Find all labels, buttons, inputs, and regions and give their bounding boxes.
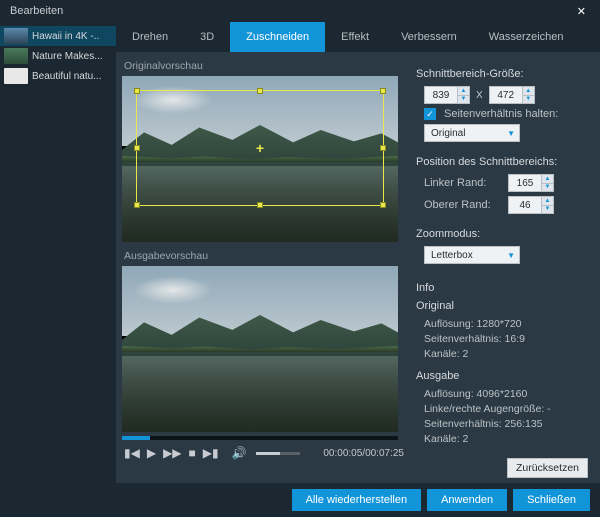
window-title: Bearbeiten xyxy=(10,5,63,17)
chevron-down-icon: ▼ xyxy=(507,129,515,138)
keep-ratio-checkbox[interactable]: ✓ xyxy=(424,108,436,120)
time-display: 00:00:05/00:07:25 xyxy=(323,448,404,459)
tab-enhance[interactable]: Verbessern xyxy=(385,22,473,52)
sidebar-item-label: Hawaii in 4K -.. xyxy=(32,31,99,42)
ffwd-icon[interactable]: ▶▶ xyxy=(163,446,181,460)
top-margin-label: Oberer Rand: xyxy=(424,199,504,211)
width-spinner[interactable]: ▲▼ xyxy=(424,86,470,104)
restore-all-button[interactable]: Alle wiederherstellen xyxy=(292,489,422,511)
close-button[interactable]: Schließen xyxy=(513,489,590,511)
settings-panel: Schnittbereich-Größe: ▲▼ X ▲▼ ✓ xyxy=(406,52,600,483)
tab-3d[interactable]: 3D xyxy=(184,22,230,52)
tab-watermark[interactable]: Wasserzeichen xyxy=(473,22,580,52)
tab-effect[interactable]: Effekt xyxy=(325,22,385,52)
info-ratio: Seitenverhältnis: 16:9 xyxy=(424,333,588,345)
next-icon[interactable]: ▶▮ xyxy=(203,446,219,460)
tab-crop[interactable]: Zuschneiden xyxy=(230,22,325,52)
aspect-ratio-select[interactable]: Original▼ xyxy=(424,124,520,142)
info-out-ratio: Seitenverhältnis: 256:135 xyxy=(424,418,588,430)
video-frame xyxy=(122,266,398,432)
tab-bar: Drehen 3D Zuschneiden Effekt Verbessern … xyxy=(116,22,600,52)
crop-handle[interactable] xyxy=(257,88,263,94)
footer: Alle wiederherstellen Anwenden Schließen xyxy=(0,483,600,517)
info-resolution: Auflösung: 1280*720 xyxy=(424,318,588,330)
info-original-heading: Original xyxy=(416,300,588,312)
thumbnail-icon xyxy=(4,68,28,84)
crop-handle[interactable] xyxy=(134,202,140,208)
sidebar-item-1[interactable]: Nature Makes... xyxy=(0,46,116,66)
left-margin-label: Linker Rand: xyxy=(424,177,504,189)
thumbnail-icon xyxy=(4,28,28,44)
zoom-mode-select[interactable]: Letterbox▼ xyxy=(424,246,520,264)
close-icon[interactable]: ✕ xyxy=(573,5,590,18)
crop-handle[interactable] xyxy=(257,202,263,208)
thumbnail-icon xyxy=(4,48,28,64)
left-spinner[interactable]: ▲▼ xyxy=(508,174,554,192)
spinner-down-icon[interactable]: ▼ xyxy=(458,96,469,104)
crop-handle[interactable] xyxy=(380,88,386,94)
original-preview[interactable]: + xyxy=(122,76,398,242)
sidebar: Hawaii in 4K -.. Nature Makes... Beautif… xyxy=(0,22,116,483)
progress-bar[interactable] xyxy=(122,436,398,440)
crosshair-icon: + xyxy=(256,140,264,156)
crop-handle[interactable] xyxy=(380,145,386,151)
crop-rectangle[interactable]: + xyxy=(136,90,384,206)
height-input[interactable] xyxy=(490,90,522,101)
info-out-eyesize: Linke/rechte Augengröße: - xyxy=(424,403,588,415)
zoom-mode-label: Zoommodus: xyxy=(416,228,588,240)
info-out-channels: Kanäle: 2 xyxy=(424,433,588,445)
height-spinner[interactable]: ▲▼ xyxy=(489,86,535,104)
volume-icon[interactable]: 🔊 xyxy=(232,446,247,460)
spinner-up-icon[interactable]: ▲ xyxy=(542,175,553,184)
spinner-up-icon[interactable]: ▲ xyxy=(542,197,553,206)
spinner-down-icon[interactable]: ▼ xyxy=(542,206,553,214)
tab-rotate[interactable]: Drehen xyxy=(116,22,184,52)
sidebar-item-0[interactable]: Hawaii in 4K -.. xyxy=(0,26,116,46)
info-channels: Kanäle: 2 xyxy=(424,348,588,360)
original-preview-label: Originalvorschau xyxy=(124,60,406,72)
crop-handle[interactable] xyxy=(380,202,386,208)
info-heading: Info xyxy=(416,282,588,294)
spinner-up-icon[interactable]: ▲ xyxy=(523,87,534,96)
spinner-down-icon[interactable]: ▼ xyxy=(523,96,534,104)
prev-icon[interactable]: ▮◀ xyxy=(124,446,140,460)
spinner-down-icon[interactable]: ▼ xyxy=(542,184,553,192)
stop-icon[interactable]: ■ xyxy=(189,446,196,460)
chevron-down-icon: ▼ xyxy=(507,251,515,260)
crop-handle[interactable] xyxy=(134,88,140,94)
top-spinner[interactable]: ▲▼ xyxy=(508,196,554,214)
play-icon[interactable]: ▶ xyxy=(147,446,156,460)
crop-handle[interactable] xyxy=(134,145,140,151)
sidebar-item-label: Beautiful natu... xyxy=(32,71,102,82)
sidebar-item-2[interactable]: Beautiful natu... xyxy=(0,66,116,86)
info-output-heading: Ausgabe xyxy=(416,370,588,382)
sidebar-item-label: Nature Makes... xyxy=(32,51,103,62)
left-input[interactable] xyxy=(509,178,541,189)
crop-position-label: Position des Schnittbereichs: xyxy=(416,156,588,168)
playback-controls: ▮◀ ▶ ▶▶ ■ ▶▮ 🔊 00:00:05/00:07:25 xyxy=(122,440,406,466)
multiply-symbol: X xyxy=(476,90,483,101)
output-preview xyxy=(122,266,398,432)
top-input[interactable] xyxy=(509,200,541,211)
titlebar: Bearbeiten ✕ xyxy=(0,0,600,22)
output-preview-label: Ausgabevorschau xyxy=(124,250,406,262)
spinner-up-icon[interactable]: ▲ xyxy=(458,87,469,96)
keep-ratio-label: Seitenverhältnis halten: xyxy=(444,108,558,120)
progress-fill xyxy=(122,436,150,440)
reset-button[interactable]: Zurücksetzen xyxy=(507,458,588,478)
crop-size-label: Schnittbereich-Größe: xyxy=(416,68,588,80)
volume-slider[interactable] xyxy=(256,452,300,455)
width-input[interactable] xyxy=(425,90,457,101)
apply-button[interactable]: Anwenden xyxy=(427,489,507,511)
info-out-resolution: Auflösung: 4096*2160 xyxy=(424,388,588,400)
